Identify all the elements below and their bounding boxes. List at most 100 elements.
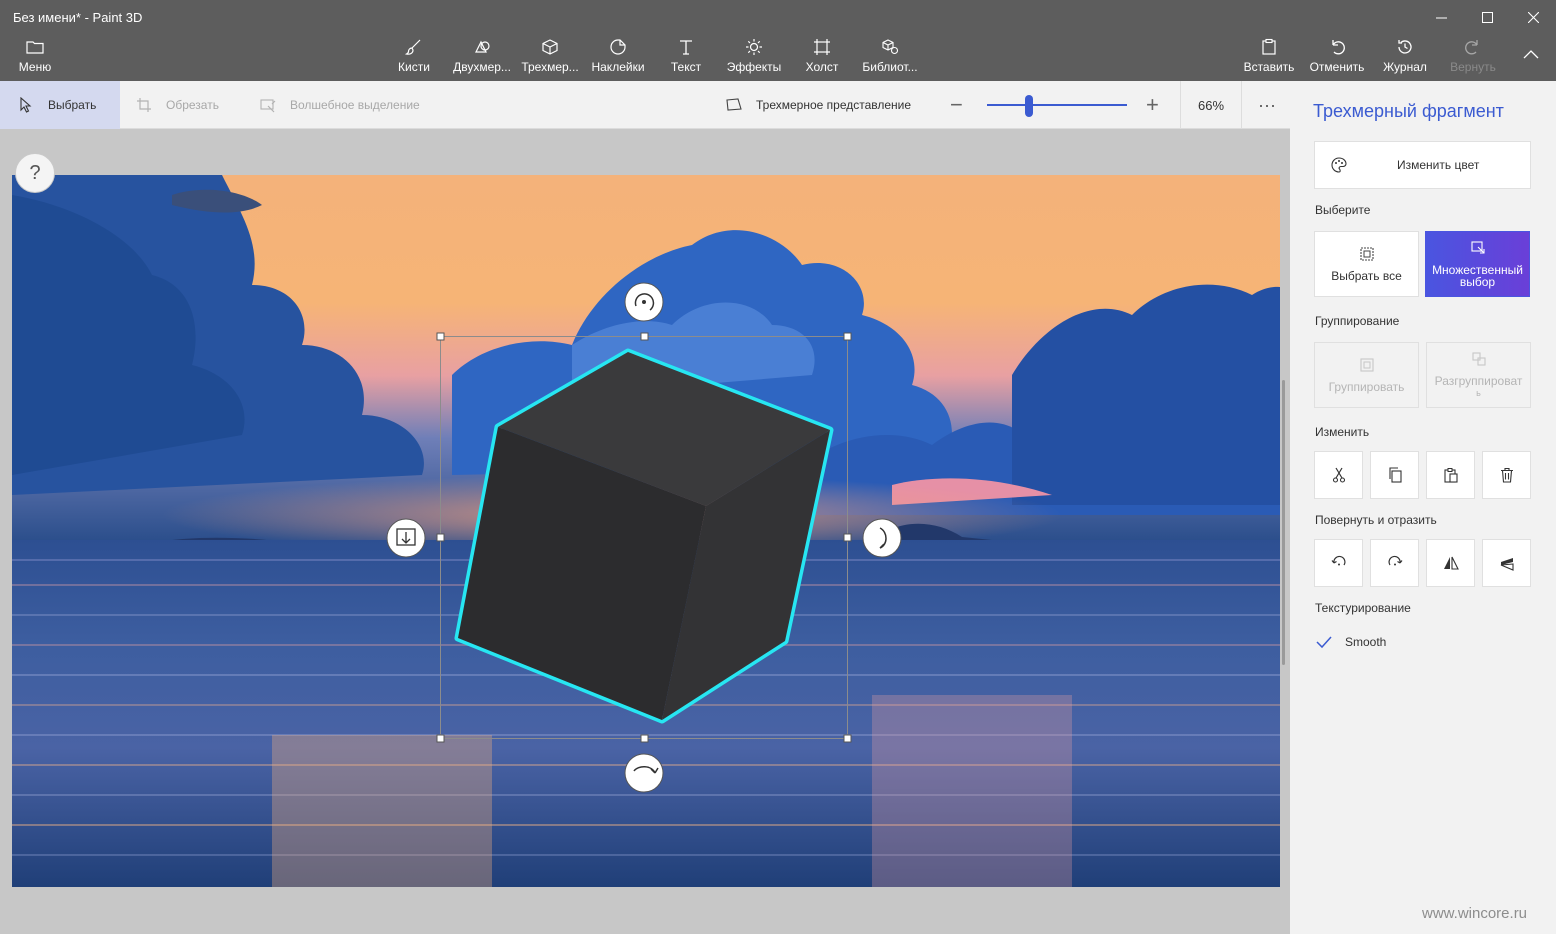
ribbon-canvas[interactable]: Холст <box>804 38 840 80</box>
minimize-icon <box>1435 17 1447 18</box>
redo-button[interactable]: Вернуть <box>1446 38 1500 80</box>
redo-icon <box>1465 40 1478 55</box>
zoom-in-button[interactable]: + <box>1146 92 1159 118</box>
paste-panel-button[interactable] <box>1426 451 1475 499</box>
flip-horizontal-icon <box>1443 556 1459 570</box>
text-icon <box>680 40 692 55</box>
drawing-canvas[interactable] <box>12 175 1280 887</box>
rotate-right-button[interactable] <box>1370 539 1419 587</box>
2d-shapes-icon <box>475 40 490 53</box>
select-all-label: Выбрать все <box>1331 269 1402 283</box>
cut-button[interactable] <box>1314 451 1363 499</box>
redo-label: Вернуть <box>1450 60 1496 74</box>
magic-select-icon <box>260 99 276 113</box>
copy-icon <box>1388 467 1402 483</box>
ribbon-library-label: Библиот... <box>862 60 918 74</box>
title-bar: Без имени* - Paint 3D <box>0 0 1556 34</box>
rotate-y-handle[interactable] <box>624 753 664 793</box>
select-all-icon <box>1359 247 1374 261</box>
watermark: www.wincore.ru <box>1422 905 1528 922</box>
group-button[interactable]: Группировать <box>1314 342 1419 408</box>
ungroup-label-2: ь <box>1476 388 1481 398</box>
rotate-z-handle[interactable] <box>624 282 664 322</box>
ribbon-2d-shapes[interactable]: Двухмер... <box>452 38 512 80</box>
canvas-icon <box>814 39 830 55</box>
title-and-ribbon: Без имени* - Paint 3D Меню Кисти Двухмер… <box>0 0 1556 81</box>
depth-handle[interactable] <box>386 518 426 558</box>
history-icon <box>1398 40 1412 54</box>
flip-vertical-icon <box>1500 558 1514 571</box>
ribbon-brushes-label: Кисти <box>398 60 430 74</box>
folder-icon <box>26 41 44 54</box>
history-button[interactable]: Журнал <box>1380 38 1430 80</box>
crop-tool-label: Обрезать <box>166 98 219 112</box>
rotate-x-handle[interactable] <box>862 518 902 558</box>
chevron-up-icon <box>1523 50 1539 59</box>
ribbon-effects[interactable]: Эффекты <box>726 38 782 80</box>
rotate-section-label: Повернуть и отразить <box>1315 513 1437 527</box>
undo-icon <box>1332 40 1345 55</box>
3d-view-icon <box>726 98 742 111</box>
ungroup-icon <box>1471 352 1486 366</box>
menu-button[interactable]: Меню <box>14 38 56 80</box>
close-button[interactable] <box>1510 0 1556 34</box>
select-tool-label: Выбрать <box>48 98 97 112</box>
ribbon-library[interactable]: Библиот... <box>860 38 920 80</box>
ribbon-2d-shapes-label: Двухмер... <box>453 60 511 74</box>
sticker-icon <box>610 39 626 55</box>
3d-view-toggle[interactable]: Трехмерное представление <box>726 81 926 129</box>
ribbon-3d-shapes-label: Трехмер... <box>521 60 579 74</box>
vertical-scrollbar[interactable] <box>1282 380 1285 665</box>
change-color-label: Изменить цвет <box>1397 158 1480 172</box>
group-icon <box>1359 358 1374 372</box>
flip-vertical-button[interactable] <box>1482 539 1531 587</box>
rotate-left-icon <box>1331 555 1345 566</box>
undo-button[interactable]: Отменить <box>1308 38 1366 80</box>
zoom-slider[interactable] <box>987 104 1127 106</box>
select-tool[interactable]: Выбрать <box>0 81 120 129</box>
multi-select-button[interactable]: Множественный выбор <box>1425 231 1530 297</box>
smooth-checkbox[interactable]: Smooth <box>1315 633 1386 651</box>
flip-horizontal-button[interactable] <box>1426 539 1475 587</box>
properties-panel: Трехмерный фрагмент Изменить цвет Выбери… <box>1290 81 1556 934</box>
select-all-button[interactable]: Выбрать все <box>1314 231 1419 297</box>
minimize-button[interactable] <box>1418 0 1464 34</box>
brush-icon <box>405 39 421 55</box>
change-color-button[interactable]: Изменить цвет <box>1314 141 1531 189</box>
more-options-button[interactable]: ··· <box>1244 81 1290 129</box>
checkmark-icon <box>1316 636 1332 649</box>
zoom-slider-thumb[interactable] <box>1025 95 1033 117</box>
delete-button[interactable] <box>1482 451 1531 499</box>
sun-icon <box>746 39 762 55</box>
rotate-left-button[interactable] <box>1314 539 1363 587</box>
group-label: Группировать <box>1328 380 1405 394</box>
magic-select-label: Волшебное выделение <box>290 98 420 112</box>
sunset-reflection-left <box>272 735 492 887</box>
ribbon-brushes[interactable]: Кисти <box>392 38 436 80</box>
cube-icon <box>542 39 558 55</box>
cursor-icon <box>20 97 32 113</box>
history-label: Журнал <box>1383 60 1427 74</box>
zoom-out-button[interactable]: − <box>950 92 963 118</box>
paste-button[interactable]: Вставить <box>1242 38 1296 80</box>
undo-label: Отменить <box>1309 60 1365 74</box>
smooth-label: Smooth <box>1345 635 1387 649</box>
magic-select-tool[interactable]: Волшебное выделение <box>260 81 440 129</box>
clipboard-icon <box>1262 38 1276 55</box>
help-button[interactable]: ? <box>15 153 55 193</box>
ribbon-text[interactable]: Текст <box>668 38 704 80</box>
menu-label: Меню <box>18 60 52 74</box>
maximize-button[interactable] <box>1464 0 1510 34</box>
ribbon-stickers-label: Наклейки <box>591 60 645 74</box>
library-icon <box>882 39 899 55</box>
copy-button[interactable] <box>1370 451 1419 499</box>
window-title: Без имени* - Paint 3D <box>13 10 143 25</box>
texture-section-label: Текстурирование <box>1315 601 1411 615</box>
select-section-label: Выберите <box>1315 203 1371 217</box>
ribbon-3d-shapes[interactable]: Трехмер... <box>520 38 580 80</box>
ribbon-stickers[interactable]: Наклейки <box>590 38 646 80</box>
palette-icon <box>1331 157 1347 173</box>
ribbon-text-label: Текст <box>670 60 702 74</box>
ungroup-button[interactable]: Разгруппироват ь <box>1426 342 1531 408</box>
crop-tool[interactable]: Обрезать <box>136 81 236 129</box>
